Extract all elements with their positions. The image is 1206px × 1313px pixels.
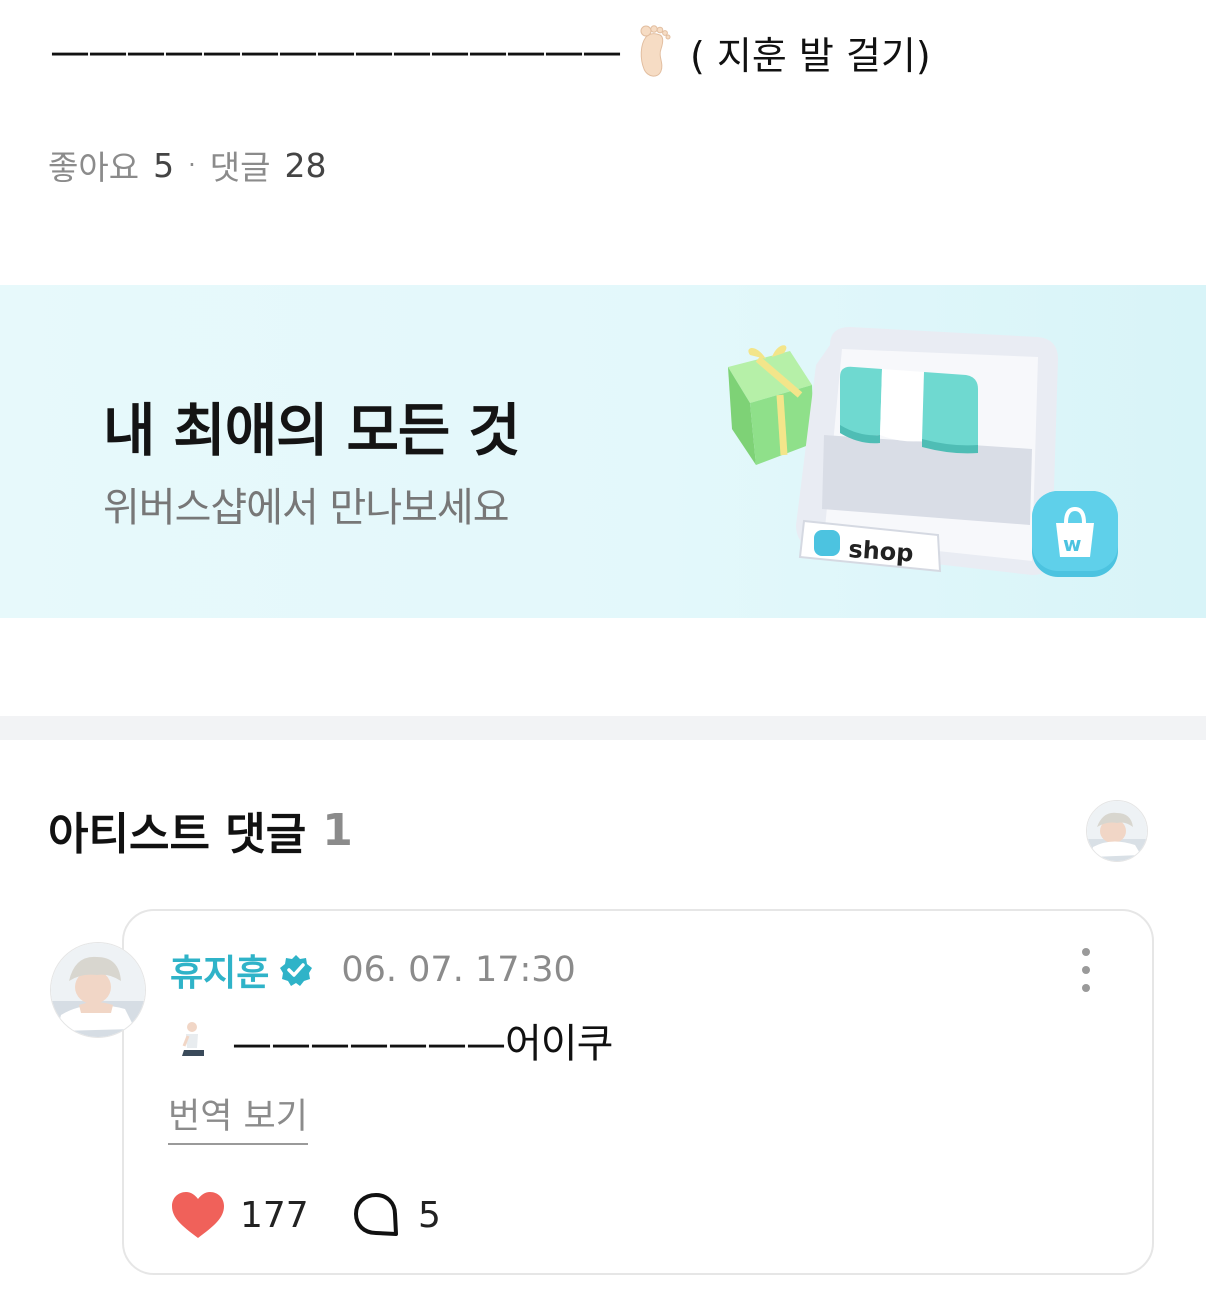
avatar-photo [51, 943, 145, 1037]
comments-count[interactable]: 28 [284, 146, 326, 185]
section-divider [0, 716, 1206, 740]
weverse-shop-banner[interactable]: 내 최애의 모든 것 위버스샵에서 만나보세요 shop w [0, 285, 1206, 618]
comment-author-avatar[interactable] [50, 942, 146, 1038]
banner-subtext: 위버스샵에서 만나보세요 [103, 485, 510, 531]
artist-comments-title: 아티스트 댓글 [48, 809, 307, 860]
comment-date: 06. 07. 17:30 [341, 950, 576, 990]
comment-author-name[interactable]: 휴지훈 [170, 944, 269, 996]
shop-store-illustration: shop w [728, 327, 1118, 577]
post-dash-text: ——————————————— [50, 29, 622, 75]
post-tail-text: ( 지훈 발 걸기) [690, 33, 931, 78]
speech-bubble-icon [354, 1193, 398, 1236]
shop-store-icon: shop [796, 327, 1058, 575]
translate-link[interactable]: 번역 보기 [168, 1088, 308, 1145]
comment-reply-button[interactable]: 5 [352, 1185, 441, 1245]
like-count: 177 [240, 1194, 309, 1236]
likes-label: 좋아요 [48, 148, 140, 187]
svg-text:w: w [1063, 532, 1081, 556]
reply-count: 5 [418, 1194, 441, 1236]
comment-author-row: 휴지훈 06. 07. 17:30 [170, 945, 576, 995]
heart-icon [172, 1192, 224, 1238]
post-stats: 좋아요 5 · 댓글 28 [48, 140, 326, 190]
avatar-photo [1087, 801, 1147, 861]
gift-box-icon [728, 345, 814, 465]
artist-avatar-small[interactable] [1086, 800, 1148, 862]
comment-text: ———————어이쿠 [232, 1021, 613, 1067]
comment-like-button[interactable]: 177 [170, 1185, 309, 1245]
banner-headline: 내 최애의 모든 것 [103, 398, 521, 464]
person-kneeling-icon [182, 1022, 204, 1056]
comment-body: ———————어이쿠 [172, 1010, 613, 1070]
artist-comments-count: 1 [322, 804, 353, 856]
foot-icon [640, 25, 671, 77]
stats-separator: · [188, 151, 196, 179]
post-content-line: ——————————————— ( 지훈 발 걸기) [50, 22, 1200, 82]
comments-label: 댓글 [209, 148, 271, 187]
weverse-shop-bag-icon: w [1032, 491, 1118, 577]
likes-count[interactable]: 5 [153, 146, 174, 185]
comment-more-options-icon[interactable] [1072, 948, 1100, 992]
artist-comments-header: 아티스트 댓글 1 [48, 800, 353, 861]
shop-sign-text: shop [848, 535, 915, 567]
verified-badge-icon [280, 955, 313, 986]
